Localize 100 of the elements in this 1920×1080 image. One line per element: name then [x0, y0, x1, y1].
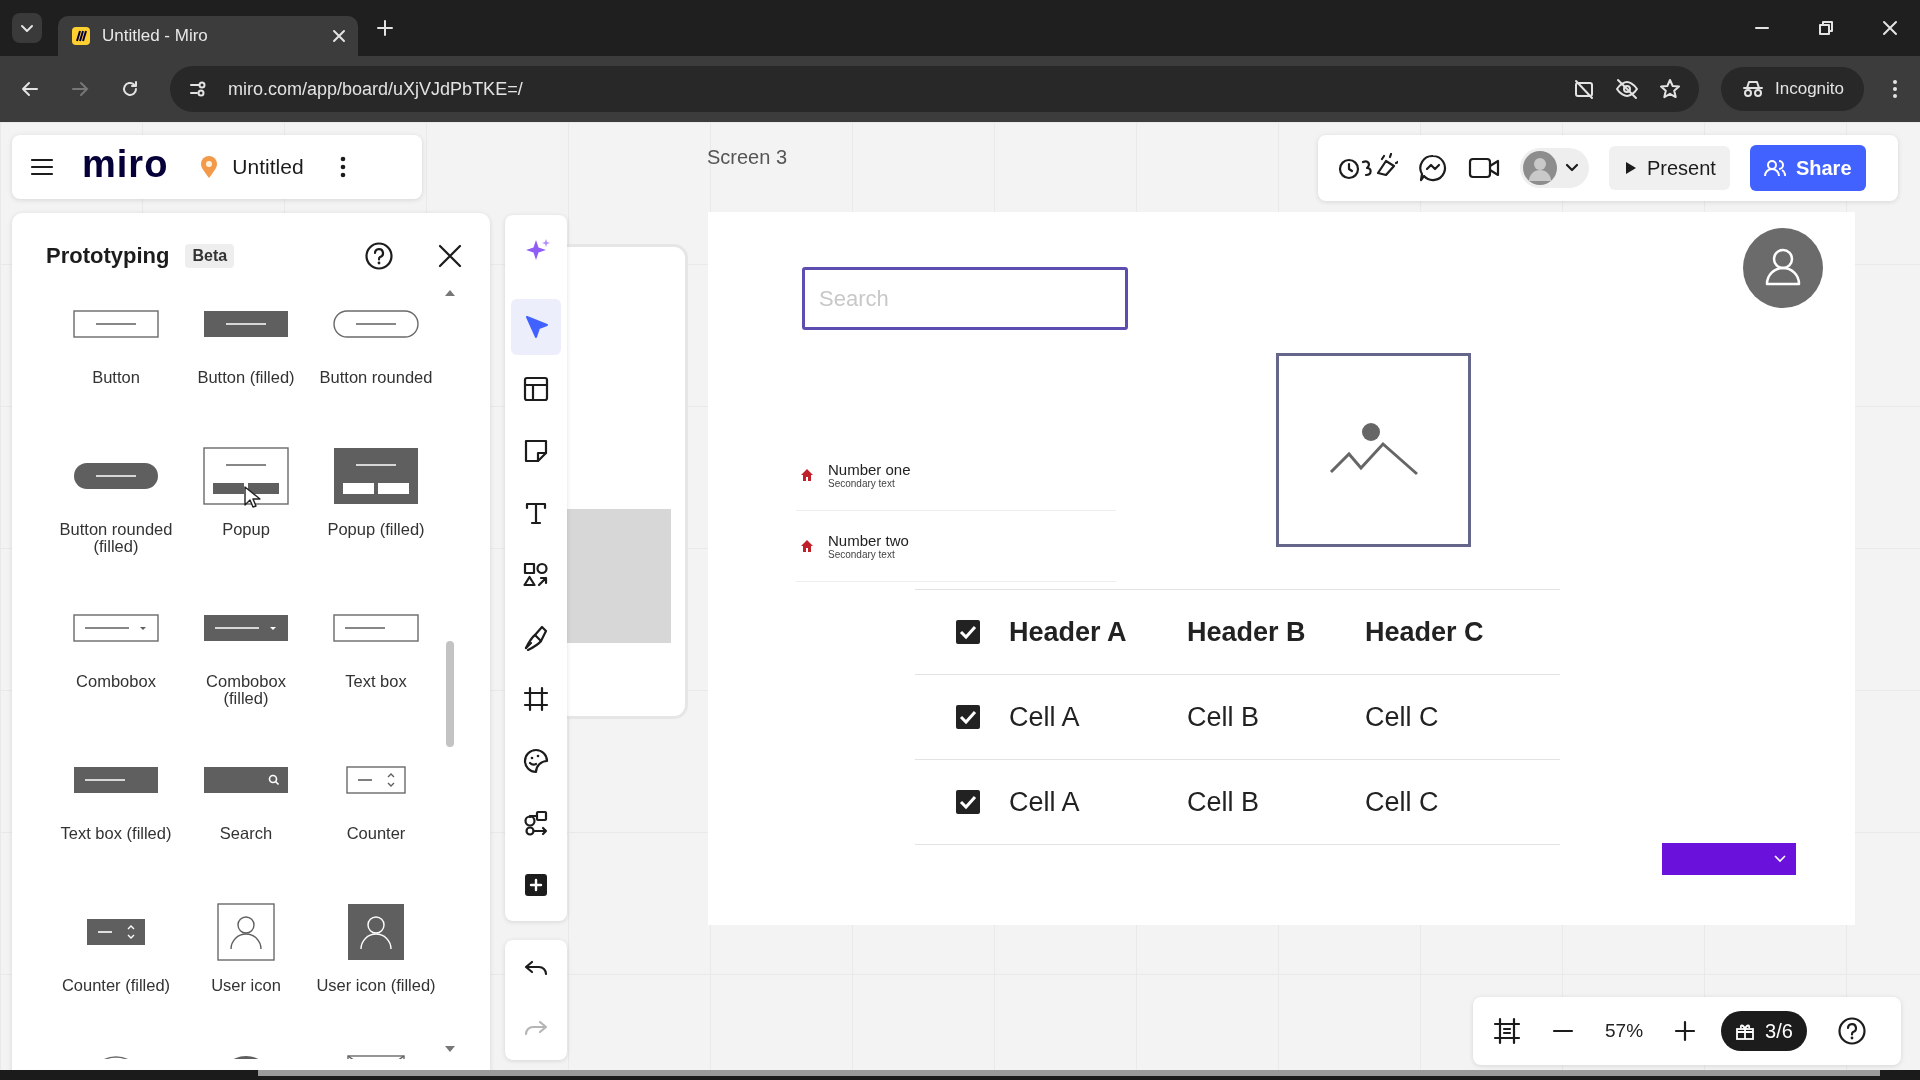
- back-icon[interactable]: [20, 79, 40, 99]
- new-tab-icon[interactable]: [376, 19, 394, 37]
- video-camera-icon[interactable]: [1468, 156, 1500, 180]
- eye-off-icon[interactable]: [1615, 78, 1639, 100]
- textbox-outline-icon[interactable]: [333, 613, 419, 643]
- combobox-outline-icon[interactable]: [73, 613, 159, 643]
- table-cell-text: Cell A: [1009, 701, 1081, 733]
- component-label: Combobox: [75, 673, 157, 690]
- column-header: Header B: [1187, 616, 1307, 648]
- home-icon: [800, 539, 814, 553]
- scrollbar[interactable]: [258, 1070, 1880, 1076]
- share-button[interactable]: Share: [1749, 145, 1866, 191]
- avatar-icon: [1523, 151, 1557, 185]
- more-options-icon[interactable]: [339, 156, 346, 178]
- component-label: Combobox (filled): [205, 673, 287, 707]
- component-label: Counter (filled): [60, 977, 172, 994]
- rounded-button-icon[interactable]: [333, 309, 419, 339]
- diagram-icon: [522, 809, 550, 837]
- incognito-label: Incognito: [1775, 79, 1844, 99]
- select-tool[interactable]: [511, 299, 561, 355]
- table-cell-text: Cell C: [1365, 701, 1440, 733]
- miro-logo[interactable]: miro: [82, 142, 169, 186]
- component-label: Button (filled): [196, 369, 296, 386]
- table-cell-text: Cell C: [1365, 786, 1440, 818]
- list-item-subtitle: Secondary text: [828, 478, 896, 489]
- scroll-down-icon[interactable]: [444, 1045, 456, 1053]
- pen-icon: [522, 623, 550, 651]
- user-menu[interactable]: [1520, 148, 1589, 188]
- user-filled-icon[interactable]: [347, 903, 405, 961]
- close-icon[interactable]: [438, 244, 462, 268]
- counter-outline-icon[interactable]: [346, 765, 406, 795]
- add-icon: [522, 871, 550, 899]
- list-item-title: Number one: [828, 461, 911, 478]
- checkbox[interactable]: [955, 789, 981, 815]
- more-options-icon[interactable]: [1892, 79, 1898, 99]
- scroll-up-icon[interactable]: [444, 289, 456, 297]
- button-filled-icon[interactable]: [203, 309, 289, 339]
- reload-icon[interactable]: [120, 79, 140, 99]
- user-outline-icon[interactable]: [217, 903, 275, 961]
- address-bar[interactable]: miro.com/app/board/uXjVJdPbTKE=/: [170, 66, 1699, 112]
- component-label: Button rounded: [318, 369, 434, 386]
- search-field-icon[interactable]: [203, 765, 289, 795]
- component-label: Popup (filled): [326, 521, 426, 538]
- browser-tab[interactable]: Untitled - Miro: [58, 16, 358, 56]
- zoom-level[interactable]: 57%: [1605, 1020, 1644, 1042]
- textbox-filled-icon[interactable]: [73, 765, 159, 795]
- list-item-title: Number two: [828, 532, 909, 549]
- home-icon: [800, 468, 814, 482]
- checkbox[interactable]: [955, 619, 981, 645]
- scrollbar-thumb[interactable]: [446, 641, 454, 747]
- template-icon: [522, 375, 550, 403]
- help-icon[interactable]: [1836, 1016, 1867, 1046]
- tab-title: Untitled - Miro: [102, 26, 209, 46]
- component-label: User icon: [210, 977, 282, 994]
- checkbox[interactable]: [955, 704, 981, 730]
- component-label: Text box (filled): [59, 825, 173, 842]
- sticker-icon: [522, 747, 550, 775]
- fit-to-screen-icon[interactable]: [1493, 1017, 1521, 1045]
- play-icon: [1625, 161, 1637, 175]
- component-label: Counter: [345, 825, 407, 842]
- site-settings-icon: [188, 79, 208, 99]
- component-label: Search: [218, 825, 274, 842]
- help-icon[interactable]: [364, 241, 394, 271]
- sticky-note-icon: [522, 437, 550, 465]
- table-cell-text: Cell B: [1187, 786, 1261, 818]
- board-name[interactable]: Untitled: [232, 155, 304, 179]
- list-item-subtitle: Secondary text: [828, 549, 896, 560]
- star-icon[interactable]: [1659, 78, 1681, 100]
- chevron-down-icon: [1774, 855, 1786, 863]
- restore-icon[interactable]: [1818, 20, 1834, 36]
- popup-outline-icon[interactable]: [203, 447, 289, 505]
- menu-icon[interactable]: [30, 157, 54, 177]
- panel-title: Prototyping: [46, 243, 170, 269]
- table-cell-text: Cell A: [1009, 786, 1081, 818]
- table-cell-text: Cell B: [1187, 701, 1261, 733]
- gift-counter[interactable]: 3/6: [1721, 1011, 1807, 1051]
- component-label: User icon (filled): [315, 977, 437, 994]
- tab-list-icon[interactable]: [12, 13, 42, 43]
- incognito-icon: [1741, 79, 1765, 99]
- miro-favicon-icon: [72, 27, 90, 45]
- popup-filled-icon[interactable]: [333, 447, 419, 505]
- frame-icon: [522, 685, 550, 713]
- component-label: Text box: [344, 673, 408, 690]
- rounded-button-filled-icon[interactable]: [73, 461, 159, 491]
- camera-blocked-icon[interactable]: [1573, 78, 1595, 100]
- chat-icon[interactable]: [1418, 153, 1448, 183]
- forward-icon[interactable]: [70, 79, 90, 99]
- incognito-indicator[interactable]: Incognito: [1721, 67, 1864, 111]
- avatar-icon[interactable]: [1743, 228, 1823, 308]
- shapes-icon: [522, 561, 550, 589]
- present-button[interactable]: Present: [1609, 146, 1730, 190]
- counter-filled-icon[interactable]: [86, 917, 146, 947]
- combobox-filled-icon[interactable]: [203, 613, 289, 643]
- column-header: Header A: [1009, 616, 1128, 648]
- mouse-cursor-icon: [243, 485, 261, 509]
- frame-label[interactable]: Screen 3: [707, 146, 788, 169]
- caret-icon: [1565, 163, 1579, 173]
- button-outline-icon[interactable]: [73, 309, 159, 339]
- beta-badge: Beta: [185, 244, 235, 268]
- zoom-in-icon[interactable]: [1673, 1019, 1698, 1043]
